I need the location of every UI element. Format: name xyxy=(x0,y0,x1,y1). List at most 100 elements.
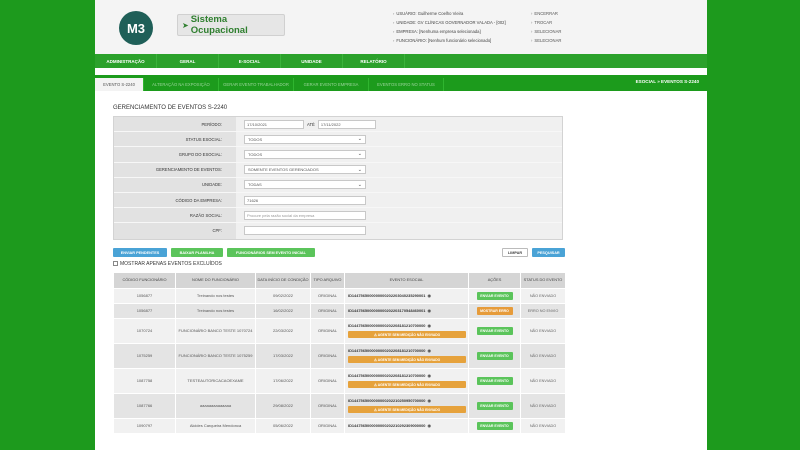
selecionar-funcionario-link[interactable]: › SELECIONAR xyxy=(531,36,561,45)
nav-relatorio[interactable]: RELATÓRIO xyxy=(343,54,405,68)
col-status: STATUS DO EVENTO xyxy=(520,271,566,289)
razao-social-input[interactable]: Procure pela razão social da empresa xyxy=(244,210,366,220)
table-row: 1056877 Treinando nos testes 16/02/2022 ORI… xyxy=(113,302,566,319)
unidade-select[interactable]: TODAS ⌄ xyxy=(244,180,366,190)
system-title: Sistema Ocupacional xyxy=(190,14,248,36)
evento-id-row: ID1447565000000000202210250950700000 ◉ xyxy=(348,398,468,403)
evento-id: ID1447565000000000202208181210700000 xyxy=(348,323,426,328)
cell-nome: FUNCIONÁRIO BANCO TESTE 1070724 xyxy=(175,317,256,344)
encerrar-link[interactable]: › ENCERRAR xyxy=(531,9,561,18)
cell-codigo: 1056877 xyxy=(113,287,176,304)
eye-icon[interactable]: ◉ xyxy=(427,323,431,328)
user-info-row: › UNIDADE: GV CLÍNICAS GOVERNADOR VALADA … xyxy=(393,20,506,25)
enviar-evento-button[interactable]: ENVIAR EVENTO xyxy=(476,291,513,300)
filter-row-codigo: CÓDIGO DA EMPRESA: 71626 xyxy=(114,192,562,209)
subnav-strip xyxy=(95,68,707,75)
caret-right-icon: › xyxy=(393,29,395,34)
grupo-label: GRUPO DO ESOCIAL: xyxy=(114,147,236,162)
table-row: 1090797 Alcides Carqueira Mendonca 05/06/2… xyxy=(113,417,566,434)
periodo-to-input[interactable]: 17/11/2022 xyxy=(317,119,376,129)
enviar-evento-button[interactable]: ENVIAR EVENTO xyxy=(476,421,513,430)
eye-icon[interactable]: ◉ xyxy=(427,308,431,313)
tab-gerar-evento-empresa[interactable]: GERAR EVENTO EMPRESA xyxy=(294,78,369,91)
caret-right-icon: › xyxy=(531,11,533,16)
cell-status: NÃO ENVIADO xyxy=(520,287,566,304)
codigo-empresa-input[interactable]: 71626 xyxy=(244,195,366,205)
status-select[interactable]: TODOS ⌄ xyxy=(244,134,366,144)
cell-status: NÃO ENVIADO xyxy=(520,342,566,369)
cell-acoes: ENVIAR EVENTO xyxy=(468,317,521,344)
cell-evento: ID1447565000000000202208181210700000 ◉ ⚠ A… xyxy=(344,342,469,369)
cell-data: 16/02/2022 xyxy=(255,302,311,319)
excluidos-checkbox-label: MOSTRAR APENAS EVENTOS EXCLUÍDOS xyxy=(120,260,222,267)
baixar-planilha-button[interactable]: BAIXAR PLANILHA xyxy=(171,248,223,257)
eye-icon[interactable]: ◉ xyxy=(427,293,431,298)
selecionar-empresa-link[interactable]: › SELECIONAR xyxy=(531,27,561,36)
excluidos-checkbox-row[interactable]: MOSTRAR APENAS EVENTOS EXCLUÍDOS xyxy=(113,261,689,267)
status-text: NÃO ENVIADO xyxy=(529,329,557,333)
enviar-evento-button[interactable]: ENVIAR EVENTO xyxy=(476,326,513,335)
cell-tipo: ORIGINAL xyxy=(310,317,345,344)
status-text: NÃO ENVIADO xyxy=(529,424,557,428)
nav-esocial[interactable]: E-SOCIAL xyxy=(219,54,281,68)
col-evento: EVENTO ESOCIAL xyxy=(344,271,469,289)
cell-acoes: ENVIAR EVENTO xyxy=(468,417,521,434)
status-text: ERRO NO ENVIO xyxy=(527,309,559,313)
nav-geral[interactable]: GERAL xyxy=(157,54,219,68)
cell-evento: ID1447565000000000202203170548460001 ◉ xyxy=(344,302,469,319)
cell-data: 29/08/2022 xyxy=(255,392,311,419)
cpf-input[interactable] xyxy=(244,226,366,236)
eye-icon[interactable]: ◉ xyxy=(427,348,431,353)
cell-acoes: ENVIAR EVENTO xyxy=(468,342,521,369)
eye-icon[interactable]: ◉ xyxy=(427,423,431,428)
eye-icon[interactable]: ◉ xyxy=(427,373,431,378)
tab-eventos-erro-status[interactable]: EVENTOS ERRO NO STATUS xyxy=(369,78,444,91)
caret-right-icon: › xyxy=(531,38,533,43)
eye-icon[interactable]: ◉ xyxy=(427,398,431,403)
periodo-from-input[interactable]: 17/10/2021 xyxy=(244,119,304,129)
pesquisar-button[interactable]: PESQUISAR xyxy=(532,248,565,257)
col-tipo: TIPO ARQUIVO xyxy=(310,271,345,289)
cell-nome: aaaaaaaaaaaaaa xyxy=(175,392,256,419)
caret-right-icon: › xyxy=(531,29,533,34)
cell-codigo: 1087766 xyxy=(113,392,176,419)
enviar-evento-button[interactable]: ENVIAR EVENTO xyxy=(476,376,513,385)
col-data: DATA INÍCIO DE CONDIÇÃO xyxy=(255,271,311,289)
enviar-pendentes-button[interactable]: ENVIAR PENDENTES xyxy=(113,248,167,257)
table-row: 1075259 FUNCIONÁRIO BANCO TESTE 1075259 17… xyxy=(113,342,566,369)
mostrar-erro-button[interactable]: MOSTRAR ERRO xyxy=(476,306,513,315)
evento-id-row: ID1447565000000000202203170548460001 ◉ xyxy=(348,308,468,313)
cell-codigo: 1087758 xyxy=(113,367,176,394)
evento-id-row: ID1447565000000000202208181210700000 ◉ xyxy=(348,323,468,328)
enviar-evento-button[interactable]: ENVIAR EVENTO xyxy=(476,351,513,360)
cell-codigo: 1070724 xyxy=(113,317,176,344)
table-body: 1056877 Treinando nos testes 09/02/2022 ORI… xyxy=(113,287,566,434)
cell-tipo: ORIGINAL xyxy=(310,367,345,394)
excluidos-checkbox[interactable] xyxy=(113,261,118,266)
cell-nome: Alcides Carqueira Mendonca xyxy=(175,417,256,434)
cell-nome: TESTEAUTORICACAOEXAME xyxy=(175,367,256,394)
codigo-label: CÓDIGO DA EMPRESA: xyxy=(114,192,236,208)
warning-badge: ⚠ AGENTE SEM MEDIÇÃO NÃO ENVIADO xyxy=(348,406,466,413)
trocar-link[interactable]: › TROCAR xyxy=(531,18,561,27)
tab-evento-s2240[interactable]: EVENTO S-2240 xyxy=(95,78,144,91)
page-title: GERENCIAMENTO DE EVENTOS S-2240 xyxy=(113,105,228,111)
cell-data: 05/06/2022 xyxy=(255,417,311,434)
nav-unidade[interactable]: UNIDADE xyxy=(281,54,343,68)
table-row: 1070724 FUNCIONÁRIO BANCO TESTE 1070724 22… xyxy=(113,317,566,344)
limpar-button[interactable]: LIMPAR xyxy=(502,248,528,257)
grupo-select[interactable]: TODOS ⌄ xyxy=(244,149,366,159)
user-info-row: › FUNCIONÁRIO: [Nenhum funcionário seleci… xyxy=(393,38,492,43)
tab-gerar-evento-trabalhador[interactable]: GERAR EVENTO TRABALHADOR xyxy=(219,78,294,91)
chevron-down-icon: ⌄ xyxy=(357,181,362,188)
filter-row-grupo: GRUPO DO ESOCIAL: TODOS ⌄ xyxy=(114,147,562,163)
funcionarios-sem-evento-button[interactable]: FUNCIONÁRIOS SEM EVENTO INICIAL xyxy=(227,248,315,257)
gerenciamento-select[interactable]: SOMENTE EVENTOS GERENCIADOS ⌄ xyxy=(244,165,366,175)
cell-tipo: ORIGINAL xyxy=(310,287,345,304)
cell-evento: ID1447565000000000202208181210700000 ◉ ⚠ A… xyxy=(344,317,469,344)
enviar-evento-button[interactable]: ENVIAR EVENTO xyxy=(476,401,513,410)
nav-administracao[interactable]: ADMINISTRAÇÃO xyxy=(95,54,157,68)
content-area: GERENCIAMENTO DE EVENTOS S-2240 PERÍODO:… xyxy=(95,105,707,434)
table-row: 1087758 TESTEAUTORICACAOEXAME 17/06/2022 OR… xyxy=(113,367,566,394)
tab-alteracao-exposicao[interactable]: ALTERAÇÃO NA EXPOSIÇÃO xyxy=(144,78,219,91)
